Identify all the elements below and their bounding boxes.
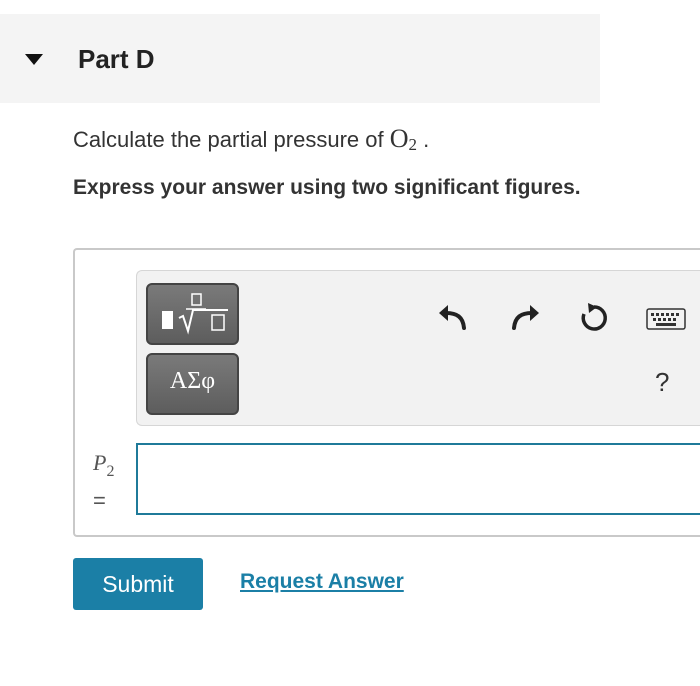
undo-icon[interactable] xyxy=(437,302,469,332)
request-answer-link[interactable]: Request Answer xyxy=(240,570,404,594)
variable-symbol: P xyxy=(93,450,107,475)
caret-down-icon[interactable] xyxy=(25,54,43,66)
fraction-radical-templates-icon xyxy=(162,293,228,335)
answer-instruction: Express your answer using two significan… xyxy=(73,176,581,199)
chemical-subscript: 2 xyxy=(408,135,418,154)
question-prompt: Calculate the partial pressure of xyxy=(73,127,390,152)
question-suffix: . xyxy=(417,127,430,152)
chemical-symbol: O xyxy=(389,124,409,153)
answer-input[interactable] xyxy=(136,443,700,515)
greek-symbols-label: ΑΣφ xyxy=(169,368,216,394)
part-title: Part D xyxy=(78,44,155,74)
greek-symbols-button[interactable]: ΑΣφ xyxy=(146,353,239,415)
question-text: Calculate the partial pressure of O2 . xyxy=(73,124,429,155)
redo-icon[interactable] xyxy=(509,302,541,332)
equals-sign: = xyxy=(93,488,106,513)
variable-label: P2 xyxy=(93,450,114,481)
variable-subscript: 2 xyxy=(106,463,115,480)
submit-button[interactable]: Submit xyxy=(73,558,203,610)
keyboard-icon[interactable] xyxy=(646,308,686,330)
reset-icon[interactable] xyxy=(578,302,610,334)
templates-button[interactable] xyxy=(146,283,239,345)
help-button[interactable]: ? xyxy=(655,367,669,398)
chemical-formula: O2 xyxy=(389,124,418,154)
